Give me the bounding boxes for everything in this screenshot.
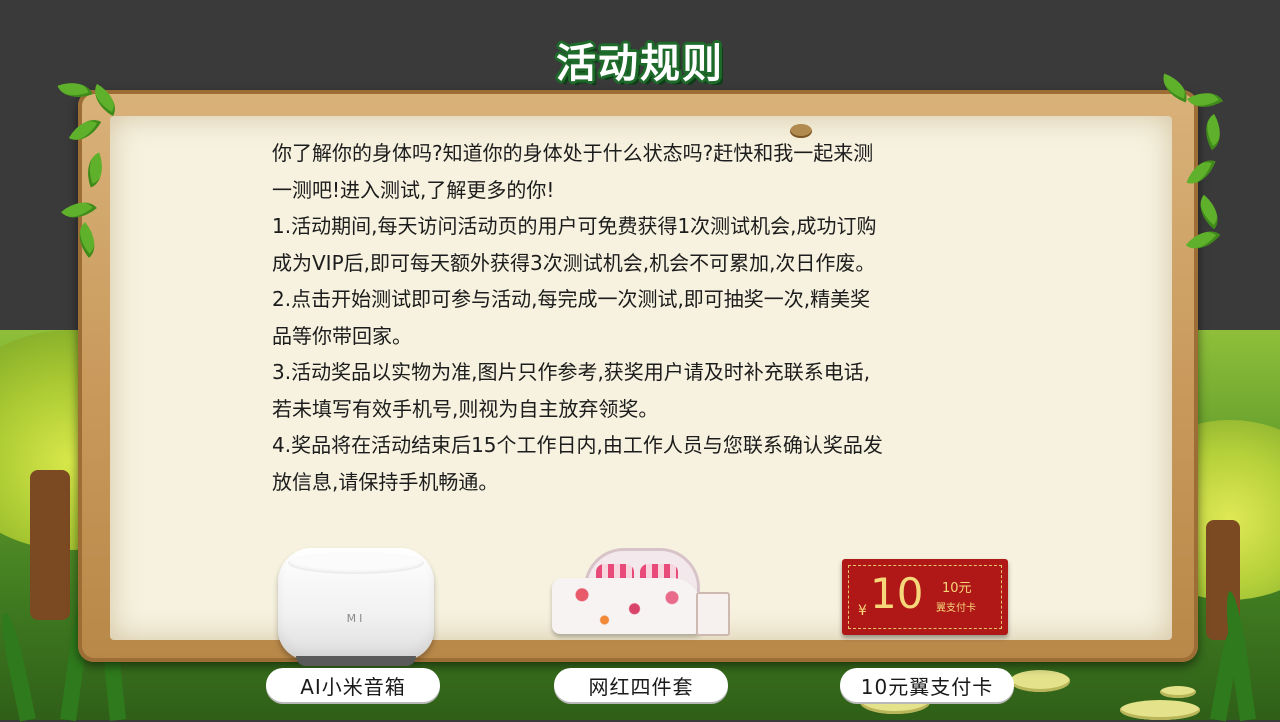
leaf-icon	[1186, 154, 1216, 190]
prize-label-card[interactable]: 10元翼支付卡	[840, 668, 1014, 702]
card-amount: 10	[870, 569, 924, 618]
leaf-icon	[1196, 114, 1230, 150]
stepping-stone	[1160, 686, 1196, 698]
nightstand	[696, 592, 730, 636]
prize-label-speaker[interactable]: AI小米音箱	[266, 668, 440, 702]
title-banner: 活动规则	[535, 30, 745, 90]
rules-line: 4.奖品将在活动结束后15个工作日内,由工作人员与您联系确认奖品发	[272, 433, 883, 457]
payment-card-image: ¥ 10 10元 翼支付卡	[842, 559, 1008, 635]
bed-quilt	[552, 578, 702, 634]
left-vine	[50, 75, 140, 260]
right-vine	[1150, 73, 1240, 258]
rules-line: 你了解你的身体吗?知道你的身体处于什么状态吗?赶快和我一起来测	[272, 141, 874, 165]
rules-line: 3.活动奖品以实物为准,图片只作参考,获奖用户请及时补充联系电话,	[272, 360, 871, 384]
prize-label-bedding[interactable]: 网红四件套	[554, 668, 728, 702]
rules-line: 品等你带回家。	[272, 323, 412, 348]
bedding-image	[544, 544, 734, 640]
speaker-logo: MI	[346, 612, 366, 625]
leaf-icon	[1191, 194, 1227, 230]
speaker-image: MI	[278, 548, 434, 666]
leaf-icon	[68, 112, 102, 148]
rules-line: 1.活动期间,每天访问活动页的用户可免费获得1次测试机会,成功订购	[272, 214, 877, 238]
card-currency: ¥	[858, 603, 867, 619]
leaf-icon	[1187, 83, 1223, 117]
leaf-icon	[61, 192, 97, 228]
rules-line: 2.点击开始测试即可参与活动,每完成一次测试,即可抽奖一次,精美奖	[272, 287, 871, 311]
speaker-top	[288, 552, 424, 574]
speaker-base	[296, 656, 416, 666]
stepping-stone	[1010, 670, 1070, 692]
left-tree-trunk	[30, 470, 70, 620]
rules-line: 放信息,请保持手机畅通。	[272, 469, 499, 494]
leaf-icon	[80, 152, 110, 188]
rules-line: 成为VIP后,即可每天额外获得3次测试机会,机会不可累加,次日作废。	[272, 250, 876, 275]
page-title: 活动规则	[556, 41, 724, 87]
rules-line: 若未填写有效手机号,则视为自主放弃领奖。	[272, 396, 659, 421]
stepping-stone	[1120, 700, 1200, 720]
card-sub-name: 翼支付卡	[936, 603, 976, 614]
rules-line: 一测吧!进入测试,了解更多的你!	[272, 177, 555, 202]
leaf-icon	[69, 222, 105, 258]
card-sub-amount: 10元	[942, 581, 972, 596]
leaf-icon	[87, 83, 123, 117]
rules-text: 你了解你的身体吗?知道你的身体处于什么状态吗?赶快和我一起来测 一测吧!进入测试…	[272, 135, 1012, 500]
leaf-icon	[57, 75, 93, 105]
